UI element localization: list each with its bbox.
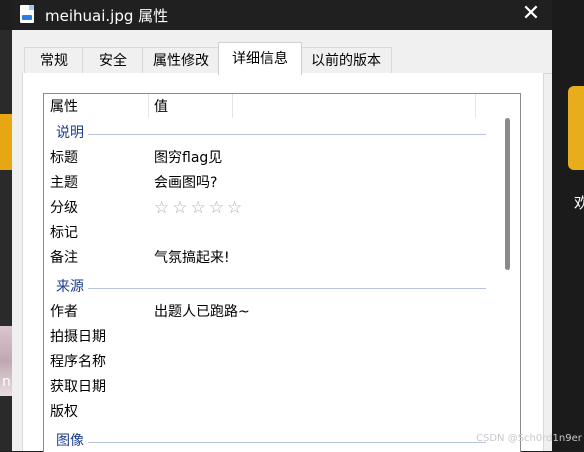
group-title: 说明 — [56, 125, 84, 141]
scrollbar-thumb[interactable] — [505, 118, 510, 270]
column-divider[interactable] — [232, 94, 233, 118]
row-label: 版权 — [50, 404, 78, 420]
tab-security[interactable]: 安全 — [82, 47, 144, 74]
list-header: 属性 值 — [44, 94, 502, 118]
column-property[interactable]: 属性 — [50, 94, 78, 118]
tab-previous-versions[interactable]: 以前的版本 — [300, 47, 392, 74]
tab-property-edit[interactable]: 属性修改 — [142, 47, 220, 74]
row-value[interactable]: 出题人已跑路~ — [154, 300, 250, 325]
desktop-folder-icon — [568, 86, 584, 170]
star-outline-icon[interactable]: ☆ — [154, 198, 172, 218]
star-outline-icon[interactable]: ☆ — [227, 198, 245, 218]
table-row[interactable]: 程序名称 — [44, 350, 502, 375]
group-title: 来源 — [56, 279, 84, 295]
group-image[interactable]: 图像 — [44, 429, 502, 452]
image-file-icon — [20, 5, 34, 23]
star-outline-icon[interactable]: ☆ — [191, 198, 209, 218]
group-divider — [88, 288, 486, 289]
row-label: 拍摄日期 — [50, 329, 106, 345]
tab-general[interactable]: 常规 — [24, 47, 84, 74]
row-label: 标记 — [50, 225, 78, 241]
details-panel: 属性 值 说明 标题 图穷flag见 主题 会画图吗? 分级 ☆☆☆☆☆ 标记 … — [22, 73, 544, 452]
row-value[interactable]: 会画图吗? — [154, 171, 217, 196]
details-list[interactable]: 属性 值 说明 标题 图穷flag见 主题 会画图吗? 分级 ☆☆☆☆☆ 标记 … — [43, 93, 521, 452]
desktop-right-label: 欢 — [574, 194, 584, 212]
row-label: 标题 — [50, 150, 78, 166]
group-divider — [88, 134, 486, 135]
close-icon: ✕ — [521, 1, 541, 26]
row-value[interactable]: 气氛搞起来! — [154, 246, 230, 271]
tab-details[interactable]: 详细信息 — [218, 42, 302, 75]
row-label: 作者 — [50, 304, 78, 320]
table-row[interactable]: 拍摄日期 — [44, 325, 502, 350]
window-title: meihuai.jpg 属性 — [45, 7, 169, 25]
row-label: 程序名称 — [50, 354, 106, 370]
row-label: 获取日期 — [50, 379, 106, 395]
table-row[interactable]: 分级 ☆☆☆☆☆ — [44, 196, 502, 221]
rating-stars[interactable]: ☆☆☆☆☆ — [154, 196, 245, 221]
table-row[interactable]: 标题 图穷flag见 — [44, 146, 502, 171]
title-bar[interactable]: meihuai.jpg 属性 ✕ — [12, 0, 552, 30]
column-value[interactable]: 值 — [154, 94, 168, 118]
desktop-left-label: n — [2, 374, 11, 390]
tab-strip: 常规 安全 属性修改 详细信息 以前的版本 — [12, 42, 552, 75]
watermark: CSDN @Sch0rd1n9er — [476, 433, 582, 444]
table-row[interactable]: 标记 — [44, 221, 502, 246]
table-row[interactable]: 主题 会画图吗? — [44, 171, 502, 196]
group-divider — [88, 442, 486, 443]
group-origin[interactable]: 来源 — [44, 275, 502, 300]
column-divider[interactable] — [148, 94, 149, 118]
desktop-right-strip — [552, 0, 584, 451]
table-row[interactable]: 备注 气氛搞起来! — [44, 246, 502, 271]
group-description[interactable]: 说明 — [44, 121, 502, 146]
close-button[interactable]: ✕ — [517, 2, 545, 28]
table-row[interactable]: 获取日期 — [44, 375, 502, 400]
star-outline-icon[interactable]: ☆ — [209, 198, 227, 218]
star-outline-icon[interactable]: ☆ — [172, 198, 190, 218]
desktop-folder-thumbnail — [0, 114, 12, 170]
row-label: 备注 — [50, 250, 78, 266]
row-value[interactable]: 图穷flag见 — [154, 146, 222, 171]
table-row[interactable]: 作者 出题人已跑路~ — [44, 300, 502, 325]
group-title: 图像 — [56, 433, 84, 449]
row-label: 分级 — [50, 200, 78, 216]
row-label: 主题 — [50, 175, 78, 191]
properties-dialog: meihuai.jpg 属性 ✕ 常规 安全 属性修改 详细信息 以前的版本 属… — [12, 0, 552, 452]
table-row[interactable]: 版权 — [44, 400, 502, 425]
column-divider[interactable] — [475, 94, 476, 118]
